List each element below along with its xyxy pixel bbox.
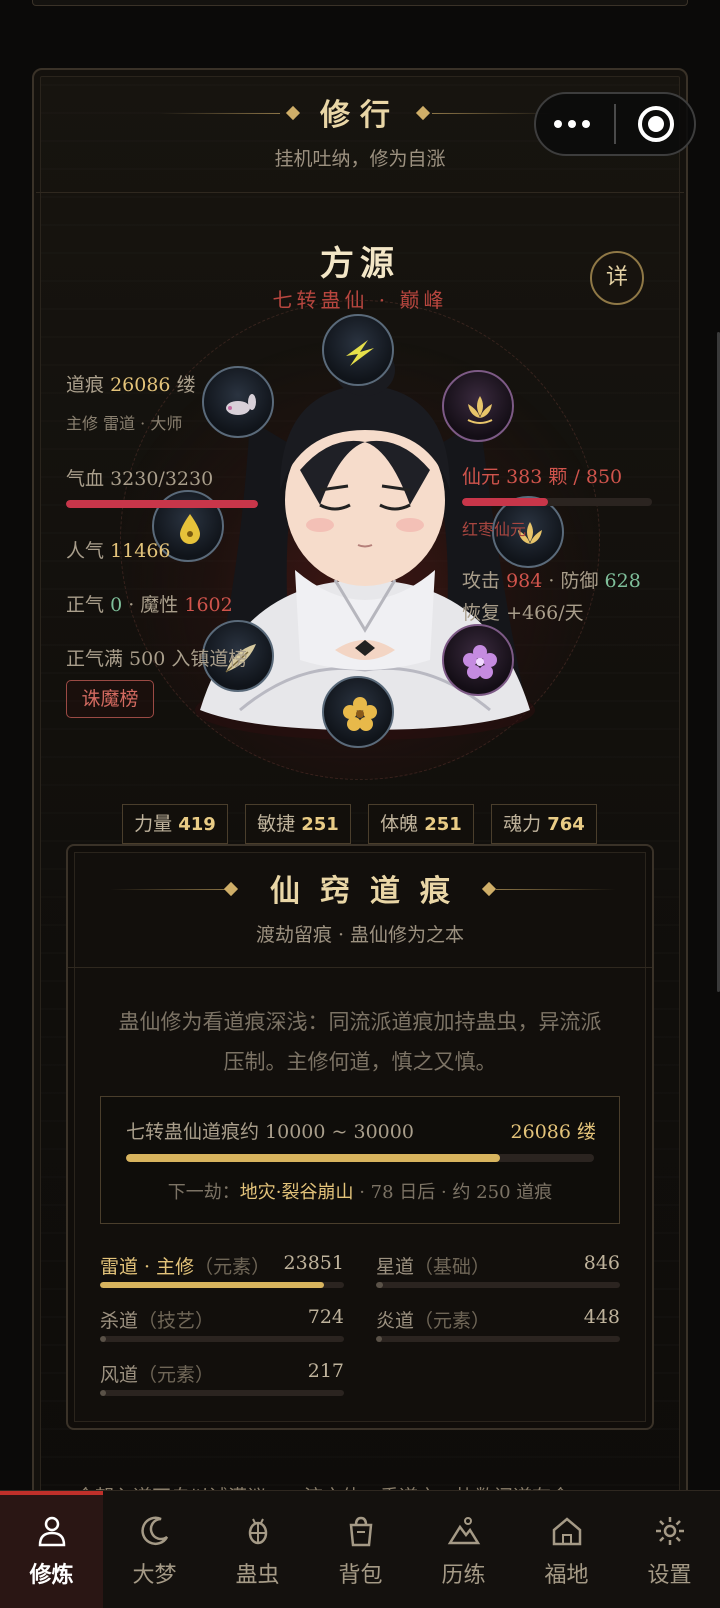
recover-stat: 恢复 +466/天 [462,602,584,624]
dao-path-star-fill [376,1282,384,1288]
detail-button[interactable]: 详 [590,251,644,305]
essence-bar [462,498,652,506]
next-tribulation: 下一劫：地灾·裂谷崩山 · 78 日后 · 约 250 道痕 [167,1182,553,1203]
righteous-hint: 正气满 500 入镇道榜 [66,648,248,670]
nav-blessed-land[interactable]: 福地 [515,1491,618,1608]
dao-path-wind-bar [100,1390,344,1396]
essence-type: 红枣仙元 [462,520,527,539]
top-edge [32,0,688,6]
capsule-separator [614,104,616,144]
bag-icon [349,1516,373,1547]
gear-icon [656,1517,684,1545]
dao-ornament-right [496,889,616,890]
dao-path-flame[interactable]: 炎道（元素） [376,1306,490,1333]
dao-range-bar [126,1154,594,1162]
righteous-demonic-stat: 正气 0 · 魔性 1602 [66,594,233,616]
dao-path-wind[interactable]: 风道（元素） [100,1360,214,1387]
attr-strength: 力量 419 [122,804,228,844]
dao-path-flame-value: 448 [583,1306,620,1328]
moon-icon [141,1516,169,1546]
nav-gu-label: 蛊虫 [235,1563,280,1588]
dao-path-star[interactable]: 星道（基础） [376,1252,490,1279]
dao-path-wind-value: 217 [307,1360,344,1382]
nav-settings-label: 设置 [647,1563,692,1588]
header-ornament-right [432,113,552,114]
nav-bag-label: 背包 [338,1563,383,1588]
dao-path-kill-fill [100,1336,107,1342]
nav-dream[interactable]: 大梦 [103,1491,206,1608]
dao-description: 蛊仙修为看道痕深浅：同流派道痕加持蛊虫，异流派 压制。主修何道，慎之又慎。 [100,1002,620,1082]
purple-flower-gu-icon[interactable] [442,624,514,696]
person-icon [38,1516,66,1547]
dao-section-subtitle: 渡劫留痕 · 蛊仙修为之本 [255,924,465,946]
dao-range-bar-fill [126,1154,501,1162]
nav-blessed-land-label: 福地 [544,1563,589,1588]
header-divider [36,192,684,193]
dao-range-label: 七转蛊仙道痕约 10000 ~ 30000 [126,1121,414,1143]
dao-path-thunder-value: 23851 [283,1252,344,1274]
dao-section-title: 仙窍道痕 [270,874,470,909]
hp-stat: 气血 3230/3230 [66,468,214,490]
dao-path-kill-bar [100,1336,344,1342]
dao-path-flame-fill [376,1336,383,1342]
attack-defense-stat: 攻击 984 · 防御 628 [462,570,641,592]
main-path-text: 主修 雷道 · 大师 [66,414,183,433]
dao-range-value: 26086 缕 [510,1121,596,1143]
home-icon [552,1517,582,1546]
dao-path-thunder[interactable]: 雷道 · 主修（元素） [100,1252,270,1279]
demon-rank-tag[interactable]: 诛魔榜 [66,680,154,718]
nav-adventure[interactable]: 历练 [412,1491,515,1608]
attr-agility: 敏捷 251 [245,804,351,844]
bottom-nav: 修炼 大梦 蛊虫 背包 历练 福地 设置 [0,1490,720,1608]
more-icon[interactable] [554,115,594,133]
nav-cultivate[interactable]: 修炼 [0,1491,103,1608]
dao-path-kill[interactable]: 杀道（技艺） [100,1306,214,1333]
dao-description-line1: 蛊仙修为看道痕深浅：同流派道痕加持蛊虫，异流派 [118,1010,602,1034]
dao-path-thunder-bar [100,1282,344,1288]
attr-constitution: 体魄 251 [368,804,474,844]
hp-bar-fill [66,500,258,508]
dao-description-line2: 压制。主修何道，慎之又慎。 [223,1050,497,1074]
nav-settings[interactable]: 设置 [618,1491,720,1608]
lightning-gu-icon[interactable] [322,314,394,386]
dao-path-wind-fill [100,1390,107,1396]
nav-adventure-label: 历练 [441,1563,486,1588]
dao-path-star-value: 846 [583,1252,620,1274]
close-target-icon[interactable] [638,106,674,142]
yellow-flower-gu-icon[interactable] [322,676,394,748]
nav-gu[interactable]: 蛊虫 [206,1491,309,1608]
dao-mark-stat: 道痕 26086 缕 [66,374,196,396]
mountain-icon [447,1517,481,1545]
dao-path-star-bar [376,1282,620,1288]
golden-lotus-gu-icon[interactable] [442,370,514,442]
essence-bar-fill [462,498,548,506]
dao-path-thunder-fill [100,1282,325,1288]
nav-bag[interactable]: 背包 [309,1491,412,1608]
dao-path-kill-value: 724 [307,1306,344,1328]
nav-cultivate-label: 修炼 [29,1562,74,1588]
nav-dream-label: 大梦 [132,1563,177,1588]
dao-path-flame-bar [376,1336,620,1342]
rabbit-gu-icon[interactable] [202,366,274,438]
attr-soul: 魂力 764 [491,804,597,844]
bug-icon [248,1518,268,1545]
dao-divider [68,967,652,968]
hp-bar [66,500,258,508]
essence-stat: 仙元 383 颗 / 850 [462,466,623,488]
popularity-stat: 人气 11466 [66,540,171,562]
